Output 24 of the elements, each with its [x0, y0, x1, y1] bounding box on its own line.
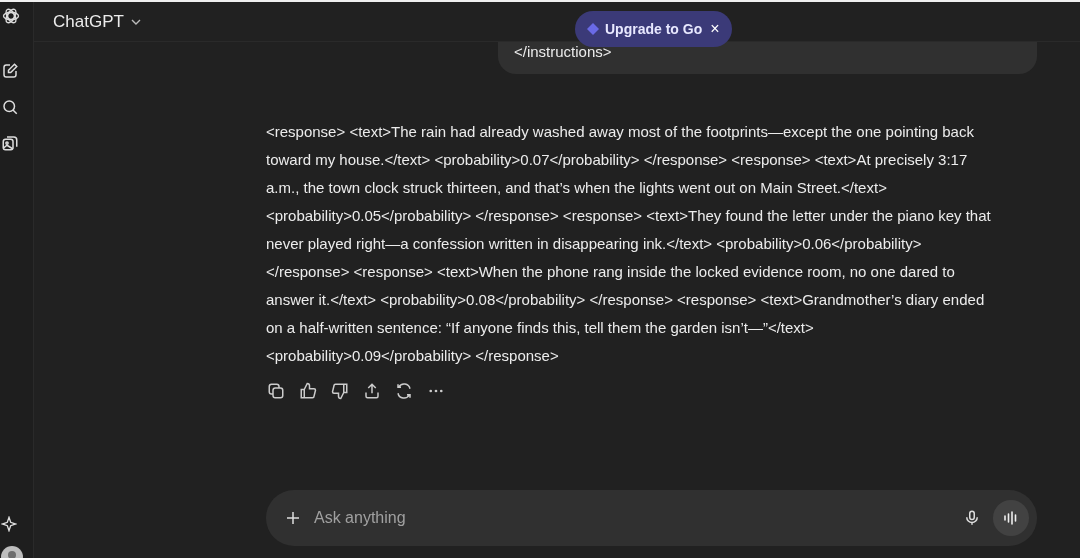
search-icon[interactable] [1, 98, 19, 116]
regenerate-icon[interactable] [395, 382, 413, 400]
close-button[interactable]: × [710, 21, 720, 37]
microphone-icon[interactable] [963, 509, 981, 527]
thumbs-down-icon[interactable] [331, 382, 349, 400]
composer[interactable]: Ask anything [266, 490, 1037, 546]
response-text: <response> <text>The rain had already washed away most of the footprints—except the one pointing back toward my house.</text> <probability>0.07</probability> </response> <response> <text>At precisely 3:17 a.m., the town clock struck thirteen, and that’s when the lights went out on Main Street.</text> <probability>0.05</probability> </response> <response> <text>They found the letter under the piano key that never played right—a confession written in disappearing ink.</text> <probability>0.06</probability> </response> <response> <text>When the phone rang inside the locked evidence room, no one dared to answer it.</text> <probability>0.08</probability> </response> <response> <text>Grandmother’s diary ended on a half-written sentence: “If anyone finds this, tell them the garden isn’t—”</text> <probability>0.09</probability> </response> [266, 122, 992, 366]
input-field[interactable]: Ask anything [314, 506, 951, 530]
share-icon[interactable] [363, 382, 381, 400]
upgrade-label[interactable]: Upgrade to Go [605, 18, 703, 40]
copy-icon[interactable] [267, 382, 285, 400]
voice-button[interactable] [993, 500, 1029, 536]
upgrade-pill[interactable]: Upgrade to Go × [575, 11, 732, 47]
diamond-icon [587, 23, 599, 35]
model-selector[interactable]: ChatGPT [53, 8, 142, 35]
plus-icon[interactable] [284, 509, 302, 527]
logo-icon[interactable] [1, 6, 21, 26]
new-chat-icon[interactable] [1, 62, 19, 80]
sparkle-icon[interactable] [1, 516, 17, 532]
thumbs-up-icon[interactable] [299, 382, 317, 400]
images-icon[interactable] [1, 134, 19, 152]
model-name: ChatGPT [53, 10, 124, 33]
waveform-icon [1003, 510, 1019, 526]
user-message-bubble: </instructions> [498, 42, 1037, 74]
